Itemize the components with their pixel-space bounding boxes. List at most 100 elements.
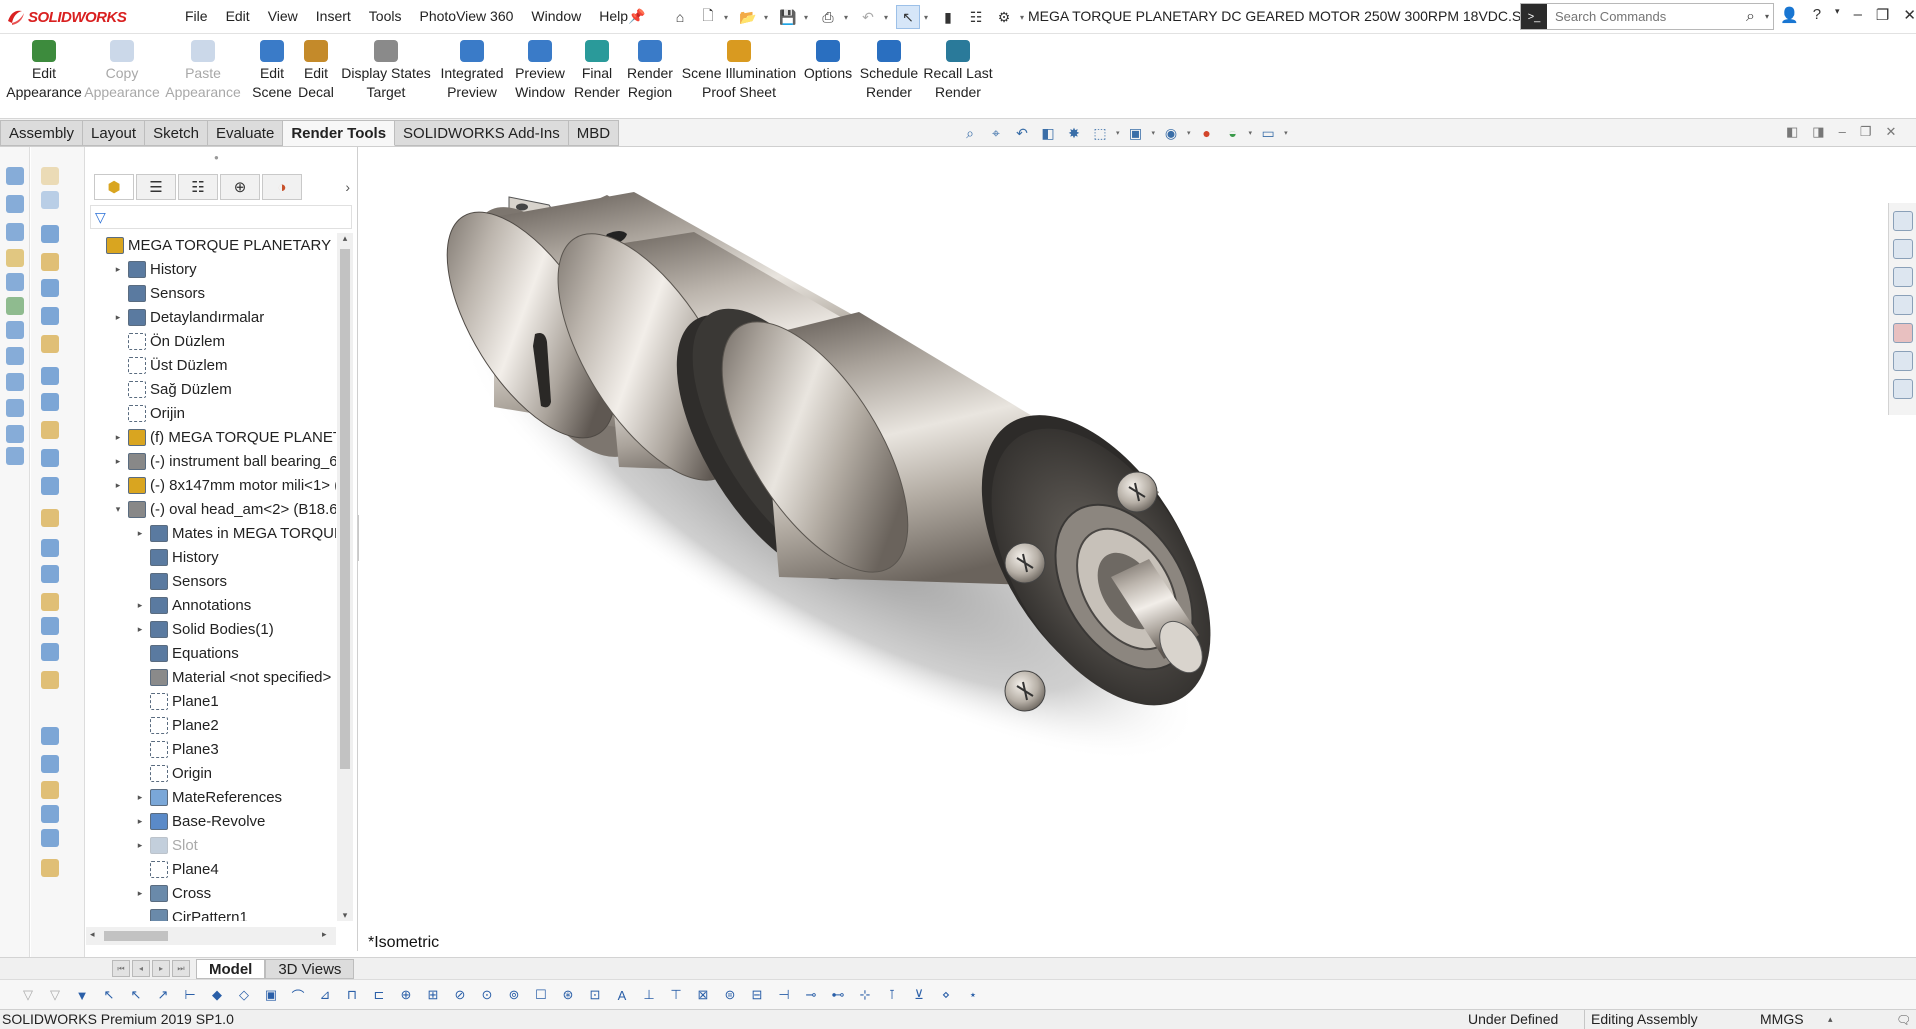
options-gear-icon[interactable]: ⚙ [992,5,1016,29]
selection-filter-6-icon[interactable]: ↗ [153,985,173,1005]
selection-filter-22-icon[interactable]: ⊡ [585,985,605,1005]
selection-filter-5-icon[interactable]: ↖ [126,985,146,1005]
recall-last-render-button[interactable]: Recall Last Render [922,40,994,102]
scene-illumination-proof-sheet-button[interactable]: Scene Illumination Proof Sheet [678,40,800,102]
assembly-tool-25-icon[interactable] [41,859,59,877]
tree-item[interactable]: ▸ (-) 8x147mm motor mili<1> (V [86,473,336,497]
menu-tools[interactable]: Tools [360,8,411,24]
help-caret-icon[interactable]: ▾ [1835,6,1840,24]
minimize-icon[interactable]: – [1854,6,1862,24]
tab-assembly[interactable]: Assembly [0,120,84,146]
print-caret-icon[interactable]: ▾ [844,13,852,22]
expand-toggle-icon[interactable]: ▸ [134,816,146,827]
apply-scene-icon[interactable]: ◒ [1223,123,1243,143]
expand-toggle-icon[interactable]: ▸ [112,432,124,443]
sketch-tool-2-icon[interactable] [6,195,24,213]
property-manager-tab-icon[interactable]: ☰ [136,174,176,200]
tab-evaluate[interactable]: Evaluate [207,120,284,146]
selection-filter-14-icon[interactable]: ⊏ [369,985,389,1005]
tree-item[interactable]: ▸ Slot [86,833,336,857]
tree-item[interactable]: ▸ (f) MEGA TORQUE PLANETARY [86,425,336,449]
selection-filter-9-icon[interactable]: ◇ [234,985,254,1005]
pin-menu-icon[interactable]: 📌 [628,8,645,25]
sketch-tool-3-icon[interactable] [6,223,24,241]
rebuild-icon[interactable]: ▮ [936,5,960,29]
dimxpert-tab-icon[interactable]: ⊕ [220,174,260,200]
assembly-tool-17-icon[interactable] [41,617,59,635]
tree-item[interactable]: Ön Düzlem [86,329,336,353]
tab-sketch[interactable]: Sketch [145,120,208,146]
tree-item[interactable]: Sağ Düzlem [86,377,336,401]
selection-filter-34-icon[interactable]: ⊻ [909,985,929,1005]
tree-item[interactable]: Material <not specified> [86,665,336,689]
scroll-left-icon[interactable]: ◂ [90,929,95,940]
notifications-icon[interactable]: 🗨 [1896,1011,1911,1029]
hide-show-items-icon[interactable]: ◉ [1161,123,1181,143]
tree-item[interactable]: ▸ Solid Bodies(1) [86,617,336,641]
units-caret-icon[interactable]: ▴ [1828,1010,1833,1029]
viewport-minimize-icon[interactable]: – [1839,124,1846,140]
feature-tree-tab-icon[interactable]: ⬢ [94,174,134,200]
appearances-icon[interactable] [1892,323,1913,343]
assembly-tool-19-icon[interactable] [41,671,59,689]
assembly-tool-15-icon[interactable] [41,565,59,583]
tree-item[interactable]: Sensors [86,281,336,305]
assembly-tool-12-icon[interactable] [41,477,59,495]
expand-toggle-icon[interactable]: ▸ [134,528,146,539]
menu-insert[interactable]: Insert [307,8,360,24]
tab-layout[interactable]: Layout [83,120,146,146]
display-states-target-button[interactable]: Display States Target [336,40,436,102]
copy-appearance-button[interactable]: Copy Appearance [84,40,160,102]
scroll-down-icon[interactable]: ▾ [337,910,353,921]
selection-filter-10-icon[interactable]: ▣ [261,985,281,1005]
selection-filter-20-icon[interactable]: ☐ [531,985,551,1005]
selection-filter-12-icon[interactable]: ⊿ [315,985,335,1005]
assembly-tool-21-icon[interactable] [41,755,59,773]
search-icon[interactable]: ⌕ [1746,8,1755,26]
assembly-tool-3-icon[interactable] [41,225,59,243]
schedule-render-button[interactable]: Schedule Render [858,40,920,102]
sketch-tool-9-icon[interactable] [6,373,24,391]
selection-filter-32-icon[interactable]: ⊹ [855,985,875,1005]
tab-render-tools[interactable]: Render Tools [283,120,396,146]
scroll-right-icon[interactable]: ▸ [322,929,327,940]
sketch-tool-1-icon[interactable] [6,167,24,185]
tree-item[interactable]: ▸ History [86,257,336,281]
assembly-tool-1-icon[interactable] [41,167,59,185]
assembly-tool-4-icon[interactable] [41,253,59,271]
selection-filter-30-icon[interactable]: ⊸ [801,985,821,1005]
viewport-close-icon[interactable]: ✕ [1885,124,1896,140]
selection-filter-29-icon[interactable]: ⊣ [774,985,794,1005]
assembly-tool-9-icon[interactable] [41,393,59,411]
expand-toggle-icon[interactable]: ▸ [112,312,124,323]
selection-filter-3-icon[interactable]: ▼ [72,985,92,1005]
viewport-restore-icon[interactable]: ❐ [1860,124,1872,140]
last-tab-icon[interactable]: ⏭ [172,960,190,977]
tab-solidworks-add-ins[interactable]: SOLIDWORKS Add-Ins [395,120,569,146]
panel-grip-icon[interactable]: ● [214,153,219,162]
tile-right-icon[interactable]: ◨ [1812,124,1824,140]
configuration-manager-tab-icon[interactable]: ☷ [178,174,218,200]
assembly-tool-5-icon[interactable] [41,279,59,297]
tree-item[interactable]: ▸ Base-Revolve [86,809,336,833]
undo-icon[interactable]: ↶ [856,5,880,29]
save-icon[interactable]: 💾 [776,5,800,29]
home-icon[interactable]: ⌂ [668,5,692,29]
tree-item[interactable]: Plane4 [86,857,336,881]
selection-filter-28-icon[interactable]: ⊟ [747,985,767,1005]
integrated-preview-button[interactable]: Integrated Preview [436,40,508,102]
new-document-icon[interactable]: 🗋 [696,5,720,29]
selection-filter-17-icon[interactable]: ⊘ [450,985,470,1005]
tree-item[interactable]: Plane2 [86,713,336,737]
final-render-button[interactable]: Final Render [572,40,622,102]
new-caret-icon[interactable]: ▾ [724,13,732,22]
render-region-button[interactable]: Render Region [624,40,676,102]
undo-caret-icon[interactable]: ▾ [884,13,892,22]
assembly-tool-16-icon[interactable] [41,593,59,611]
expand-toggle-icon[interactable]: ▸ [112,456,124,467]
tree-item[interactable]: CirPattern1 [86,905,336,921]
tree-item[interactable]: Orijin [86,401,336,425]
file-explorer-icon[interactable] [1892,267,1913,287]
user-icon[interactable]: 👤 [1780,6,1799,24]
selection-filter-19-icon[interactable]: ⊚ [504,985,524,1005]
